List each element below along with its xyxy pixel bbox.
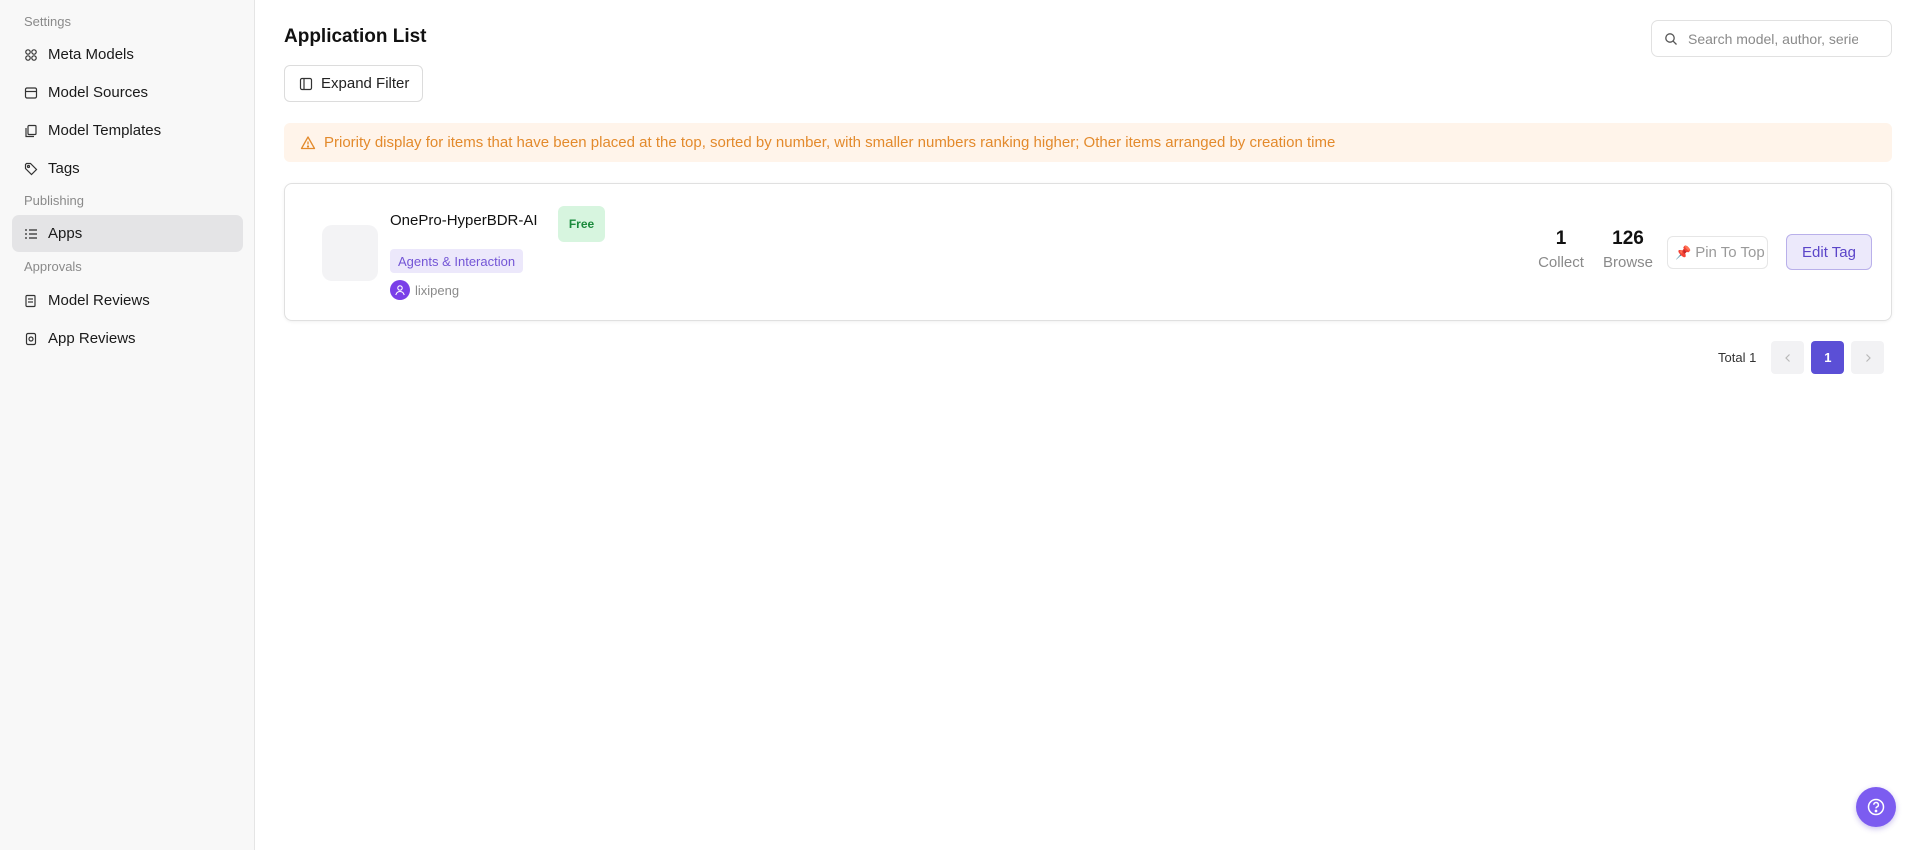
sidebar-item-model-templates[interactable]: Model Templates [12,112,243,149]
source-icon [24,86,38,100]
avatar [390,280,410,300]
tag-icon [24,162,38,176]
pagination-total: Total 1 [1718,350,1757,365]
sidebar-item-label: Apps [48,225,83,242]
sidebar-item-apps[interactable]: Apps [12,215,243,252]
sidebar-item-model-reviews[interactable]: Model Reviews [12,282,243,319]
sidebar-section-approvals: Approvals [24,259,82,274]
pin-to-top-button[interactable]: 📌 Pin To Top [1667,236,1768,269]
template-icon [24,124,38,138]
page-title: Application List [284,26,427,47]
app-root: Settings Meta Models Model Sources Model… [0,0,1920,850]
category-tag: Agents & Interaction [390,249,524,273]
price-badge: Free [558,206,605,242]
sidebar-item-label: Model Templates [48,122,162,139]
help-icon [1867,798,1885,816]
app-review-icon [24,332,38,346]
sidebar-item-tags[interactable]: Tags [12,150,243,187]
pushpin-icon: 📌 [1675,244,1692,260]
sidebar: Settings Meta Models Model Sources Model… [0,0,255,850]
sidebar-panel-icon [299,77,313,91]
review-icon [24,294,38,308]
expand-filter-label: Expand Filter [321,75,410,92]
help-button[interactable] [1856,787,1896,827]
sidebar-item-label: App Reviews [48,330,136,347]
browse-stat: 126 Browse [1592,228,1664,271]
priority-notice: Priority display for items that have bee… [284,123,1892,162]
sidebar-item-label: Model Reviews [48,292,150,309]
search-input[interactable] [1688,30,1858,47]
next-page-button[interactable] [1851,341,1885,374]
pagination: Total 1 1 [1718,341,1891,374]
search-box[interactable] [1651,20,1892,57]
app-card: OnePro-HyperBDR-AI Free Agents & Interac… [284,183,1892,321]
grid-icon [24,48,38,62]
chevron-left-icon [1784,353,1790,362]
page-button-current[interactable]: 1 [1811,341,1845,374]
author-info: lixipeng [390,280,459,300]
expand-filter-button[interactable]: Expand Filter [284,65,423,102]
sidebar-item-app-reviews[interactable]: App Reviews [12,320,243,357]
sidebar-item-label: Tags [48,160,80,177]
sidebar-item-label: Model Sources [48,84,149,101]
warning-icon [300,135,316,151]
search-icon [1664,32,1678,46]
notice-text: Priority display for items that have bee… [324,134,1336,151]
prev-page-button[interactable] [1771,341,1805,374]
author-name: lixipeng [415,282,460,298]
sidebar-section-settings: Settings [24,14,71,29]
sidebar-item-model-sources[interactable]: Model Sources [12,74,243,111]
chevron-right-icon [1865,353,1871,362]
browse-label: Browse [1602,254,1654,271]
collect-label: Collect [1538,254,1584,271]
collect-stat: 1 Collect [1531,228,1591,271]
pin-to-top-label: Pin To Top [1695,244,1765,261]
sidebar-section-publishing: Publishing [24,193,84,208]
sidebar-item-label: Meta Models [48,46,134,63]
browse-count: 126 [1612,228,1644,249]
collect-count: 1 [1555,228,1567,249]
sidebar-item-meta-models[interactable]: Meta Models [12,36,243,73]
app-thumbnail [322,225,378,281]
edit-tag-button[interactable]: Edit Tag [1786,234,1872,270]
app-name[interactable]: OnePro-HyperBDR-AI [390,212,538,229]
list-icon [24,227,38,241]
